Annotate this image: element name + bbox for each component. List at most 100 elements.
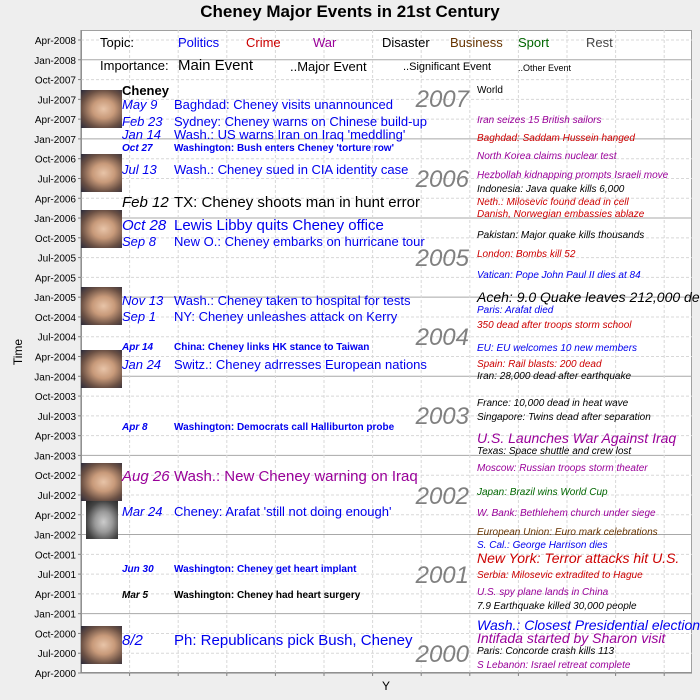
cheney-event-text: Washington: Democrats call Halliburton p… [174,422,395,433]
cheney-event-date: Mar 24 [122,503,163,519]
cheney-photo [81,210,122,248]
ytick-label: Jul-2001 [38,570,77,581]
ytick-label: Apr-2003 [35,432,77,443]
ytick-label: Jul-2000 [38,649,77,660]
world-event: Danish, Norwegian embassies ablaze [477,209,645,220]
year-label: 2004 [415,324,469,351]
cheney-photo [81,287,122,325]
world-event: Singapore: Twins dead after separation [477,412,651,423]
cheney-header: Cheney [122,83,169,98]
cheney-event-date: Sep 8 [122,233,156,249]
ytick-label: Apr-2004 [35,353,77,364]
cheney-event-text: NY: Cheney unleashes attack on Kerry [174,308,398,324]
ytick-label: Apr-2008 [35,36,77,47]
cheney-event-text: Wash.: Cheney sued in CIA identity case [174,161,409,177]
ytick-label: Jan-2004 [34,372,76,383]
world-event: U.S. spy plane lands in China [477,587,609,598]
world-event: Pakistan: Major quake kills thousands [477,230,645,241]
cheney-event-date: Oct 27 [122,143,153,154]
ytick-label: Jul-2003 [38,412,77,423]
world-event: Moscow: Russian troops storm theater [477,463,648,474]
cheney-event-date: Feb 12 [122,193,169,211]
cheney-photo [81,90,122,128]
cheney-event-date: Aug 26 [122,467,170,485]
ytick-label: Jan-2008 [34,56,76,67]
year-label: 2001 [415,562,469,589]
cheney-event-text: Ph: Republicans pick Bush, Cheney [174,631,413,649]
world-event: Iran seizes 15 British sailors [477,115,602,126]
world-event: Texas: Space shuttle and crew lost [477,446,632,457]
ytick-label: Apr-2001 [35,590,77,601]
world-event: Spain: Rail blasts: 200 dead [477,359,602,370]
cheney-event-date: May 9 [122,96,158,112]
cheney-event-date: Jan 14 [122,126,162,142]
legend-topic-war: War [313,35,337,50]
legend-topic-rest: Rest [586,35,613,50]
ytick-label: Jan-2002 [34,531,76,542]
cheney-event-date: Nov 13 [122,292,164,308]
ytick-label: Jan-2006 [34,214,76,225]
ytick-label: Jan-2003 [34,451,76,462]
cheney-event-date: Jun 30 [122,564,154,575]
world-event: Vatican: Pope John Paul II dies at 84 [477,270,641,281]
world-event: Paris: Arafat died [477,305,554,316]
ytick-label: Oct-2005 [35,234,77,245]
ytick-label: Jul-2002 [38,491,77,502]
cheney-event-text: Baghdad: Cheney visits unannounced [174,96,393,112]
ytick-label: Oct-2002 [35,471,77,482]
cheney-event-text: Wash.: Cheney taken to hospital for test… [174,292,411,308]
ytick-label: Jul-2006 [38,174,77,185]
cheney-event-date: Sep 1 [122,308,156,324]
world-event: Intifada started by Sharon visit [477,630,666,646]
ytick-label: Oct-2000 [35,629,77,640]
ytick-label: Apr-2002 [35,511,77,522]
cheney-event-date: Jul 13 [122,161,157,177]
cheney-photo [81,350,122,388]
arafat-photo [86,501,118,539]
legend-importance-label: Importance: [100,58,169,73]
year-label: 2002 [415,483,469,510]
legend-importance-other: ..Other Event [518,63,572,73]
ytick-label: Apr-2007 [35,115,77,126]
ytick-label: Jul-2005 [38,254,77,265]
world-event: W. Bank: Bethlehem church under siege [477,508,656,519]
cheney-event-date: Apr 14 [122,342,154,353]
ytick-label: Oct-2007 [35,76,77,87]
ytick-label: Jul-2007 [38,95,77,106]
year-label: 2000 [415,641,470,668]
ytick-label: Apr-2006 [35,194,77,205]
world-event: Indonesia: Java quake kills 6,000 [477,184,625,195]
ytick-label: Oct-2004 [35,313,77,324]
cheney-event-text: TX: Cheney shoots man in hunt error [174,193,420,211]
ytick-label: Apr-2000 [35,669,77,680]
legend-topic-politics: Politics [178,35,220,50]
cheney-event-date: Mar 5 [122,590,149,601]
cheney-event-date: Jan 24 [122,356,162,372]
cheney-event-date: Apr 8 [122,422,148,433]
year-label: 2006 [415,166,470,193]
cheney-event-text: Switz.: Cheney adrresses European nation… [174,356,427,372]
world-event: New York: Terror attacks hit U.S. [477,550,680,566]
world-event: S Lebanon: Israel retreat complete [477,660,631,671]
legend-importance-major: ..Major Event [290,59,367,74]
cheney-event-text: Cheney: Arafat 'still not doing enough' [174,503,392,519]
ytick-label: Jul-2004 [38,333,77,344]
world-event: Paris: Concorde crash kills 113 [477,646,615,657]
ytick-label: Oct-2006 [35,155,77,166]
cheney-event-text: Lewis Libby quits Cheney office [174,216,384,234]
world-event: Iran: 28,000 dead after earthquake [477,371,632,382]
y-axis-label: Time [11,339,25,366]
legend-topic-business: Business [450,35,503,50]
cheney-photo [81,154,122,192]
ytick-label: Apr-2005 [35,273,77,284]
x-axis-label: Y [382,679,390,693]
cheney-event-date: Feb 23 [122,113,163,129]
world-event: Aceh: 9.0 Quake leaves 212,000 dead [477,289,700,305]
cheney-event-text: Washington: Bush enters Cheney 'torture … [174,143,394,154]
legend-topic-crime: Crime [246,35,281,50]
cheney-event-text: Wash.: US warns Iran on Iraq 'meddling' [174,126,406,142]
world-event: U.S. Launches War Against Iraq [477,430,677,446]
world-event: London: Bombs kill 52 [477,249,576,260]
year-label: 2005 [415,245,470,272]
ytick-label: Jan-2007 [34,135,76,146]
